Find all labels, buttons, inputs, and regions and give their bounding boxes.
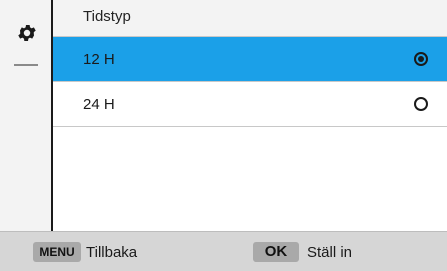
sidebar	[0, 0, 53, 231]
back-label: Tillbaka	[86, 244, 138, 261]
set-label: Ställ in	[307, 244, 353, 261]
option-24h[interactable]: 24 H	[53, 82, 447, 127]
header: Tidstyp	[53, 0, 447, 37]
menu-key[interactable]: MENU	[33, 242, 81, 262]
footer-bar: MENU Tillbaka OK Ställ in	[0, 231, 447, 271]
radio-unselected-icon[interactable]	[414, 97, 428, 111]
radio-dot	[418, 56, 424, 62]
option-label: 12 H	[83, 51, 115, 68]
empty-area	[53, 127, 447, 231]
page-title: Tidstyp	[83, 8, 131, 25]
option-list: 12 H 24 H	[53, 37, 447, 127]
option-label: 24 H	[83, 96, 115, 113]
sidebar-divider	[14, 64, 38, 66]
ok-key[interactable]: OK	[253, 242, 299, 262]
radio-selected-icon[interactable]	[414, 52, 428, 66]
gear-icon[interactable]	[16, 22, 38, 44]
screen: Tidstyp 12 H 24 H MENU Tillbaka OK Ställ…	[0, 0, 447, 271]
option-12h[interactable]: 12 H	[53, 37, 447, 82]
